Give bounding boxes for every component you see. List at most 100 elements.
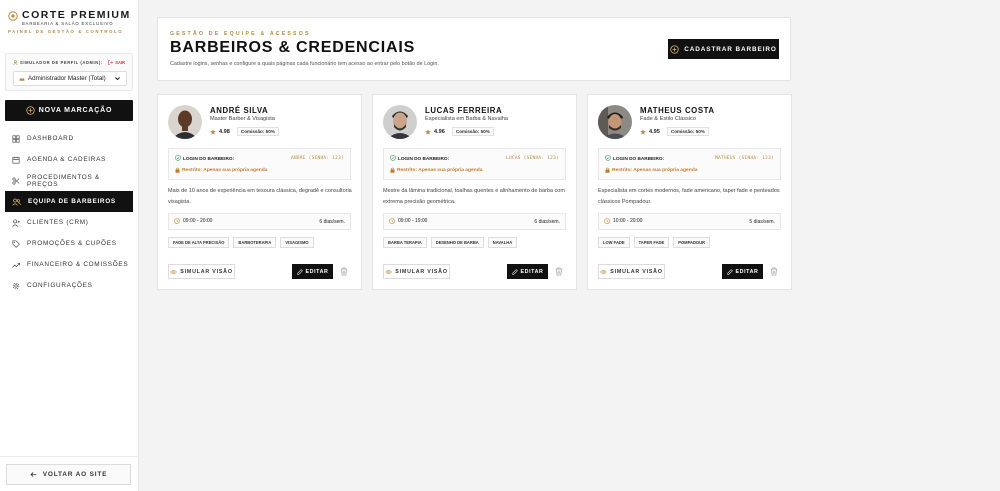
edit-button[interactable]: EDITAR (722, 264, 763, 279)
barber-specialty: Master Barber & Visagista (210, 116, 275, 122)
skill-tag: VISAGISMO (280, 237, 314, 248)
schedule-info: 10:00 - 20:00 5 dias/sem. (598, 213, 781, 230)
sidebar: CORTE PREMIUM BARBEARIA & SALÃO EXCLUSIV… (0, 0, 139, 491)
access-restriction: Restrito: Apenas sua própria agenda (390, 167, 482, 173)
shield-check-icon (390, 155, 396, 161)
sidebar-item-team[interactable]: EQUIPA DE BARBEIROS (5, 191, 133, 212)
plus-circle-icon (670, 44, 679, 54)
panel-label: PAINEL DE GESTÃO & CONTROLO (8, 29, 124, 34)
plus-circle-icon (26, 106, 35, 115)
edit-button[interactable]: EDITAR (507, 264, 548, 279)
exit-label: SAIR (115, 60, 125, 65)
rating-row: 4.96 Comissão: 50% (425, 127, 494, 136)
rating-row: 4.95 Comissão: 50% (640, 127, 709, 136)
simulate-view-button[interactable]: SIMULAR VISÃO (168, 264, 235, 279)
schedule-info: 09:00 - 20:00 6 dias/sem. (168, 213, 351, 230)
edit-label: EDITAR (520, 268, 544, 275)
sidebar-item-label: EQUIPA DE BARBEIROS (28, 198, 116, 205)
exit-button[interactable]: SAIR (108, 60, 125, 65)
pencil-icon (511, 268, 518, 275)
edit-label: EDITAR (735, 268, 759, 275)
page-description: Cadastre logins, senhas e configure a qu… (170, 61, 439, 67)
rating-value: 4.98 (219, 128, 230, 135)
brand-logo-icon (8, 11, 18, 21)
edit-button[interactable]: EDITAR (292, 264, 333, 279)
page-title: BARBEIROS & CREDENCIAIS (170, 39, 416, 56)
access-restriction: Restrito: Apenas sua própria agenda (175, 167, 267, 173)
eye-icon (600, 269, 608, 274)
skill-tag: NAVALHA (487, 237, 518, 248)
login-info: LOGIN DO BARBEIRO: MATHEUS (SENHA: 123) … (598, 148, 781, 180)
scissors-icon (12, 176, 20, 185)
add-barber-button[interactable]: CADASTRAR BARBEIRO (668, 39, 779, 59)
delete-button[interactable] (339, 266, 349, 277)
gear-icon (12, 282, 20, 289)
sidebar-item-dashboard[interactable]: DASHBOARD (5, 128, 133, 149)
skill-tags: BARBA TERAPIA DESENHO DE BARBA NAVALHA (383, 237, 518, 248)
sidebar-item-procedures[interactable]: PROCEDIMENTOS & PREÇOS (5, 170, 133, 191)
barber-specialty: Especialista em Barba & Navalha (425, 116, 509, 122)
new-booking-label: NOVA MARCAÇÃO (38, 107, 113, 114)
star-icon (425, 128, 431, 135)
skill-tags: LOW FADE TAPER FADE POMPADOUR (598, 237, 711, 248)
avatar (168, 105, 202, 139)
trend-up-icon (12, 262, 20, 268)
clock-icon (174, 218, 180, 224)
barber-photo-icon (598, 105, 632, 139)
barber-name: ANDRÉ SILVA (210, 106, 269, 115)
barber-name: MATHEUS COSTA (640, 106, 715, 115)
avatar (598, 105, 632, 139)
page-header: GESTÃO DE EQUIPE & ACESSOS BARBEIROS & C… (157, 17, 791, 81)
add-barber-label: CADASTRAR BARBEIRO (684, 45, 777, 53)
sidebar-item-agenda[interactable]: AGENDA & CADEIRAS (5, 149, 133, 170)
simulate-view-label: SIMULAR VISÃO (610, 268, 663, 275)
sidebar-item-label: PROMOÇÕES & CUPÕES (27, 240, 117, 247)
eye-icon (170, 269, 178, 274)
sidebar-item-clients[interactable]: CLIENTES (CRM) (5, 212, 133, 233)
login-credentials: MATHEUS (SENHA: 123) (715, 156, 774, 161)
profile-simulator: SIMULADOR DE PERFIL (ADMIN): SAIR Admini… (5, 53, 133, 91)
schedule-days: 6 dias/sem. (319, 219, 345, 225)
skill-tag: FADE DE ALTA PRECISÃO (168, 237, 230, 248)
pencil-icon (296, 268, 303, 275)
user-icon (13, 60, 18, 65)
skill-tag: TAPER FADE (633, 237, 670, 248)
commission-badge: Comissão: 50% (236, 127, 279, 136)
login-label: LOGIN DO BARBEIRO: (605, 155, 664, 161)
new-booking-button[interactable]: NOVA MARCAÇÃO (5, 100, 133, 121)
access-restriction: Restrito: Apenas sua própria agenda (605, 167, 697, 173)
login-label: LOGIN DO BARBEIRO: (390, 155, 449, 161)
rating-value: 4.96 (434, 128, 445, 135)
access-restriction-text: Restrito: Apenas sua própria agenda (397, 167, 483, 173)
star-icon (210, 128, 216, 135)
profile-selected: Administrador Master (Total) (28, 75, 106, 82)
profile-label-text: SIMULADOR DE PERFIL (ADMIN): (20, 60, 103, 65)
sidebar-item-settings[interactable]: CONFIGURAÇÕES (5, 275, 133, 296)
schedule-hours-text: 09:00 - 19:00 (398, 218, 428, 224)
barber-bio: Especialista em cortes modernos, fade am… (598, 188, 780, 205)
trash-icon (555, 267, 563, 276)
trash-icon (340, 267, 348, 276)
simulate-view-button[interactable]: SIMULAR VISÃO (383, 264, 450, 279)
chevron-down-icon (115, 77, 120, 81)
sidebar-divider (0, 456, 139, 457)
sidebar-item-promotions[interactable]: PROMOÇÕES & CUPÕES (5, 233, 133, 254)
profile-select[interactable]: Administrador Master (Total) (13, 71, 127, 86)
back-to-site-button[interactable]: VOLTAR AO SITE (6, 464, 131, 485)
schedule-hours: 09:00 - 19:00 (389, 218, 427, 224)
barber-card: ANDRÉ SILVA Master Barber & Visagista 4.… (157, 94, 362, 290)
barber-photo-icon (168, 105, 202, 139)
logout-icon (108, 60, 114, 65)
access-restriction-text: Restrito: Apenas sua própria agenda (182, 167, 268, 173)
star-icon (640, 128, 646, 135)
delete-button[interactable] (554, 266, 564, 277)
commission-badge: Comissão: 50% (666, 127, 709, 136)
simulate-view-label: SIMULAR VISÃO (180, 268, 233, 275)
simulate-view-button[interactable]: SIMULAR VISÃO (598, 264, 665, 279)
crown-icon (19, 76, 25, 81)
delete-button[interactable] (769, 266, 779, 277)
barber-name: LUCAS FERREIRA (425, 106, 503, 115)
brand-name: CORTE PREMIUM (22, 9, 131, 21)
sidebar-item-finance[interactable]: FINANCEIRO & COMISSÕES (5, 254, 133, 275)
skill-tag: DESENHO DE BARBA (430, 237, 484, 248)
